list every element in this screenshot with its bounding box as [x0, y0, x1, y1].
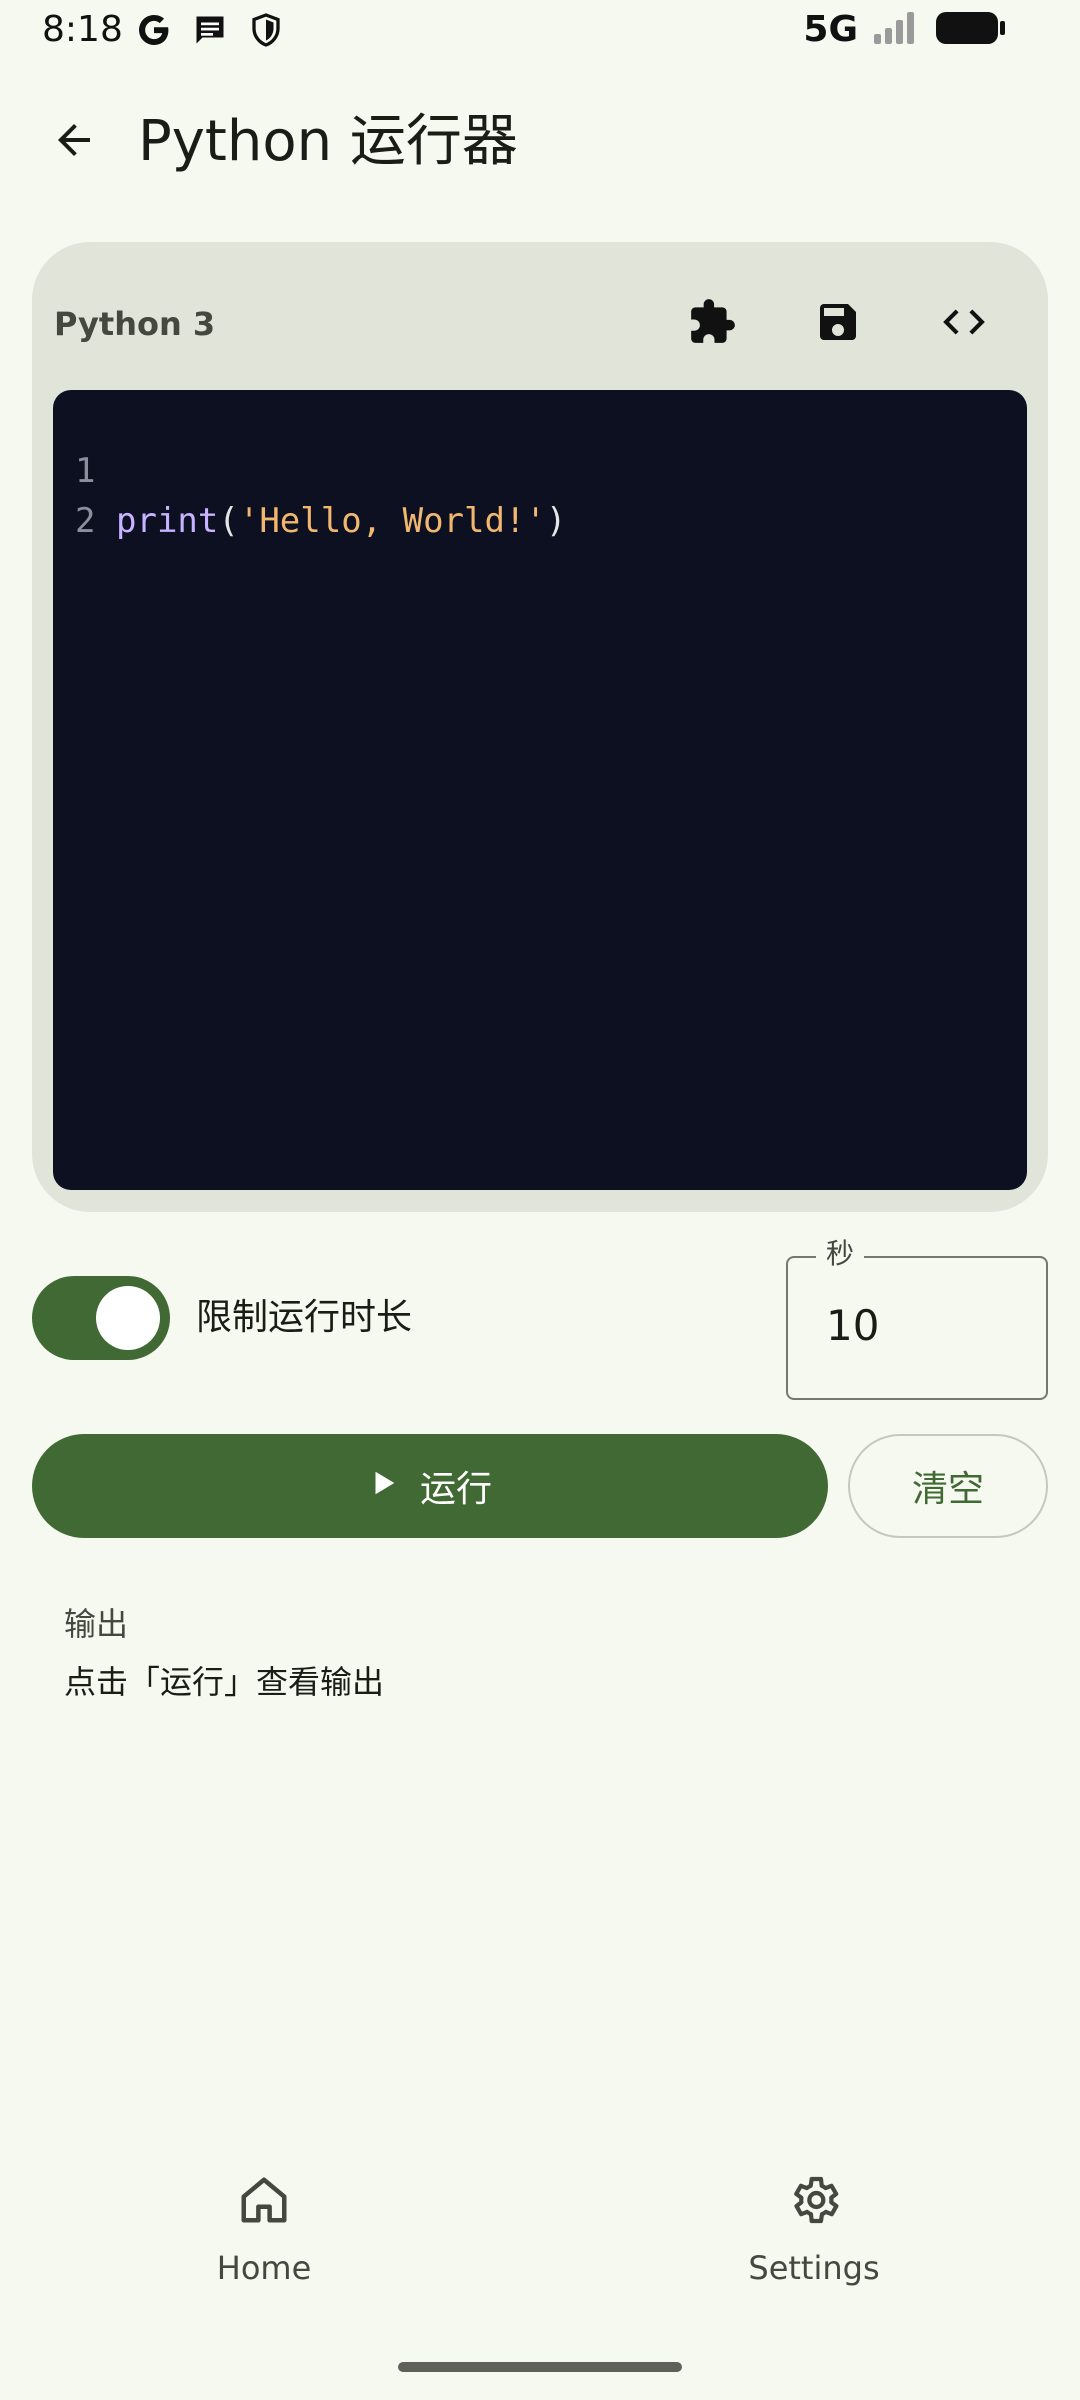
signal-icon	[872, 10, 920, 50]
settings-icon	[784, 2170, 844, 2230]
code-icon	[939, 297, 989, 351]
nav-item-home[interactable]: Home	[114, 2170, 414, 2310]
save-icon	[814, 298, 862, 350]
shield-icon	[248, 12, 284, 52]
code-format-button[interactable]	[928, 288, 1000, 360]
output-title: 输出	[64, 1605, 129, 1643]
seconds-input[interactable]: 秒 10	[786, 1236, 1048, 1400]
puzzle-icon	[687, 297, 737, 351]
back-button[interactable]	[38, 106, 110, 178]
nav-item-settings[interactable]: Settings	[664, 2170, 964, 2310]
code-line: 1 print('Hello, World!')	[53, 396, 566, 541]
language-label: Python 3	[54, 305, 216, 343]
line-number: 2	[75, 501, 96, 541]
clear-button-label: 清空	[911, 1469, 984, 1510]
save-button[interactable]	[802, 288, 874, 360]
arrow-back-icon	[50, 116, 98, 168]
google-icon	[136, 12, 172, 52]
network-label: 5G	[803, 9, 858, 50]
run-button[interactable]: 运行	[32, 1434, 828, 1538]
status-icons-left	[136, 12, 284, 52]
status-bar: 8:18 5G	[0, 0, 1080, 64]
code-line: 2	[53, 446, 176, 541]
nav-label-home: Home	[216, 2249, 312, 2287]
play-icon	[368, 1466, 398, 1507]
app-bar: Python 运行器	[0, 96, 1080, 186]
time-limit-label: 限制运行时长	[196, 1297, 413, 1338]
status-time: 8:18	[42, 9, 123, 50]
seconds-label: 秒	[816, 1236, 865, 1272]
page-title: Python 运行器	[138, 109, 518, 174]
bottom-nav: Home Settings	[0, 2140, 1080, 2340]
battery-icon	[934, 10, 1006, 50]
time-limit-toggle[interactable]	[32, 1276, 170, 1360]
code-token-string: 'Hello, World!'	[238, 501, 546, 541]
status-icons-right: 5G	[803, 10, 1006, 50]
output-text: 点击「运行」查看输出	[64, 1663, 385, 1701]
nav-label-settings: Settings	[748, 2249, 880, 2287]
home-icon	[234, 2170, 294, 2230]
editor-card: Python 3 1 print('Hello, World!') 2	[32, 242, 1048, 1212]
message-icon	[192, 12, 228, 52]
plugin-button[interactable]	[676, 288, 748, 360]
seconds-value: 10	[826, 1301, 880, 1350]
line-content: print('Hello, World!')	[116, 496, 566, 546]
code-editor[interactable]: 1 print('Hello, World!') 2	[53, 390, 1027, 1190]
clear-button[interactable]: 清空	[848, 1434, 1048, 1538]
run-button-label: 运行	[419, 1469, 492, 1510]
code-token-paren-close: )	[545, 501, 567, 541]
toggle-thumb	[96, 1286, 160, 1350]
code-token-paren-open: (	[218, 501, 239, 541]
home-indicator[interactable]	[398, 2362, 682, 2372]
